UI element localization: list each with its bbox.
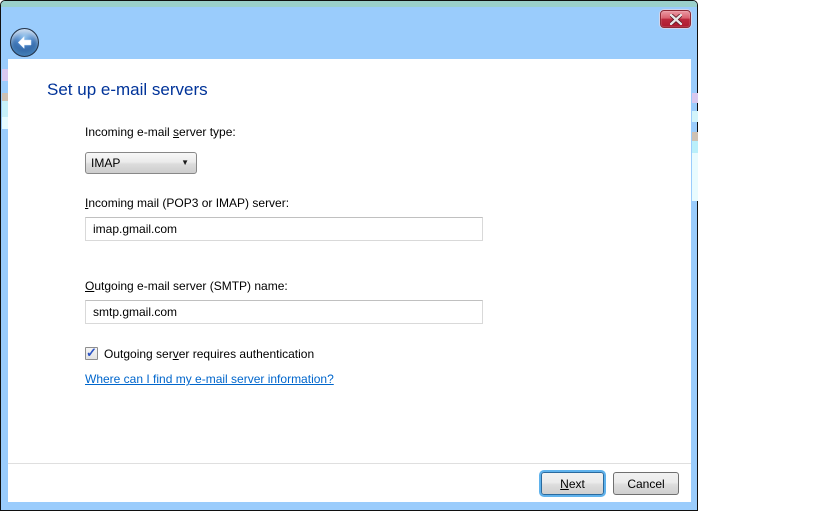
cancel-button[interactable]: Cancel: [613, 472, 679, 495]
auth-checkbox-label: Outgoing server requires authentication: [104, 347, 314, 361]
incoming-server-label: Incoming mail (POP3 or IMAP) server:: [85, 196, 289, 210]
glass-reflection: [692, 141, 698, 153]
glass-reflection: [692, 132, 698, 141]
glass-reflection: [692, 93, 698, 103]
auth-checkbox[interactable]: ✓: [85, 347, 98, 360]
footer-separator: [8, 463, 691, 464]
back-button[interactable]: [10, 28, 39, 57]
wizard-page: Set up e-mail servers Incoming e-mail se…: [8, 59, 691, 502]
next-button[interactable]: Next: [541, 472, 604, 495]
server-type-label: Incoming e-mail server type:: [85, 125, 236, 139]
outgoing-server-input[interactable]: [85, 300, 483, 324]
server-info-help-link[interactable]: Where can I find my e-mail server inform…: [85, 372, 334, 386]
glass-top-highlight: [1, 1, 697, 7]
checkmark-icon: ✓: [86, 345, 97, 361]
wizard-window: Set up e-mail servers Incoming e-mail se…: [0, 0, 698, 511]
server-type-dropdown[interactable]: IMAP ▼: [85, 152, 197, 174]
glass-reflection: [692, 153, 698, 201]
page-title: Set up e-mail servers: [47, 80, 208, 100]
server-type-selected-value: IMAP: [91, 156, 120, 170]
outgoing-server-label: Outgoing e-mail server (SMTP) name:: [85, 279, 288, 293]
glass-reflection: [692, 111, 698, 122]
close-button[interactable]: [660, 10, 691, 28]
incoming-server-input[interactable]: [85, 217, 483, 241]
auth-checkbox-row: ✓ Outgoing server requires authentication: [85, 345, 314, 361]
chevron-down-icon: ▼: [181, 158, 189, 167]
